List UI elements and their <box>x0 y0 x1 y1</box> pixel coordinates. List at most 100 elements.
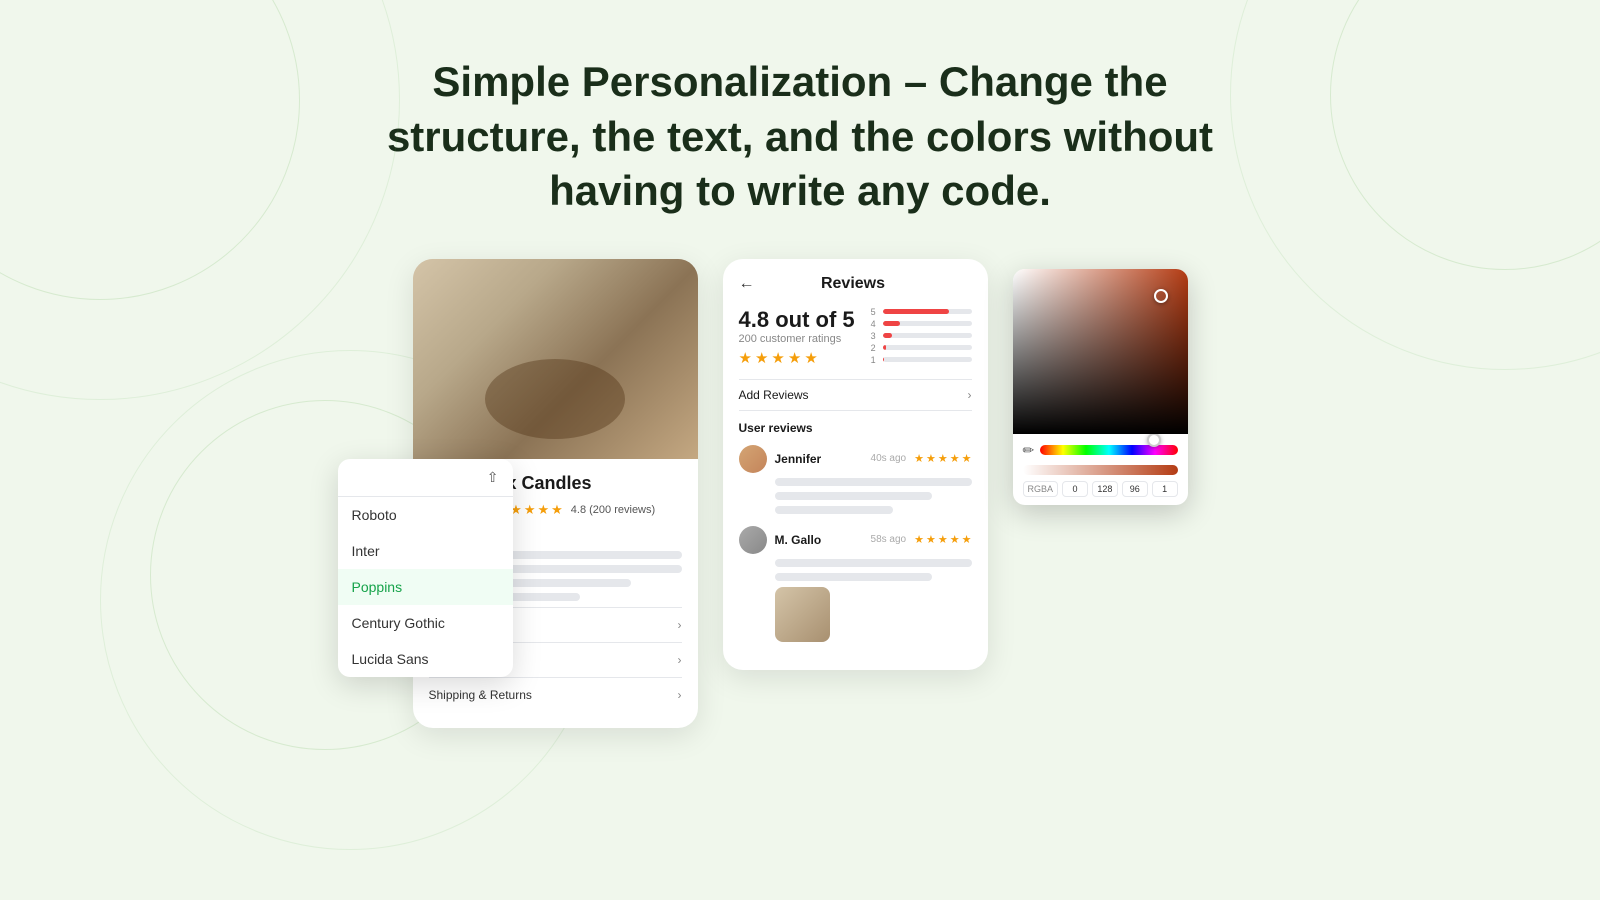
bar-track <box>883 345 972 350</box>
bar-fill <box>883 321 901 326</box>
rgba-label: RGBA <box>1023 481 1059 497</box>
font-dropdown-header: ⇧ <box>338 459 513 497</box>
rgba-b-input[interactable]: 96 <box>1122 481 1148 497</box>
bar-label: 2 <box>871 343 879 353</box>
bar-fill <box>883 345 887 350</box>
bar-label: 3 <box>871 331 879 341</box>
accordion-label: Shipping & Returns <box>429 688 532 702</box>
pencil-icon: ✏ <box>1023 442 1035 459</box>
bar-row-5: 5 <box>871 307 972 317</box>
color-picker-thumb[interactable] <box>1154 289 1168 303</box>
reviewer-name: Jennifer <box>775 452 863 466</box>
rating-text: 4.8 (200 reviews) <box>571 504 655 516</box>
color-canvas[interactable] <box>1013 269 1188 434</box>
bar-track <box>883 357 972 362</box>
skeleton-line <box>775 559 972 567</box>
reviews-card: ← Reviews 4.8 out of 5 200 customer rati… <box>723 259 988 670</box>
skeleton-line <box>775 506 893 514</box>
rgba-row: RGBA 0 128 96 1 <box>1023 481 1178 497</box>
big-star-4: ★ <box>788 349 801 367</box>
heading-section: Simple Personalization – Change the stru… <box>0 0 1600 249</box>
reviewer-name: M. Gallo <box>775 533 863 547</box>
content-area: ⇧ Roboto Inter Poppins Century Gothic Lu… <box>0 249 1600 738</box>
review-stars: ★ ★ ★ ★ ★ <box>914 452 971 465</box>
bar-fill <box>883 309 950 314</box>
font-option-roboto[interactable]: Roboto <box>338 497 513 533</box>
product-image-placeholder <box>413 259 698 459</box>
bar-label: 1 <box>871 355 879 365</box>
review-item-mgallo: M. Gallo 58s ago ★ ★ ★ ★ ★ <box>739 526 972 642</box>
avatar-image <box>739 526 767 554</box>
chevron-right-icon: › <box>968 388 972 402</box>
chevron-right-icon: › <box>678 688 682 702</box>
color-picker: ✏ RGBA 0 128 96 1 <box>1013 269 1188 505</box>
product-card-wrapper: ⇧ Roboto Inter Poppins Century Gothic Lu… <box>413 259 698 728</box>
review-star: ★ <box>926 533 936 546</box>
review-star: ★ <box>938 452 948 465</box>
rgba-a-input[interactable]: 1 <box>1152 481 1178 497</box>
hue-row: ✏ <box>1023 442 1178 459</box>
review-item-jennifer: Jennifer 40s ago ★ ★ ★ ★ ★ <box>739 445 972 514</box>
review-star: ★ <box>950 533 960 546</box>
rating-bars: 5 4 3 <box>871 307 972 367</box>
review-product-thumbnail <box>775 587 830 642</box>
bar-row-2: 2 <box>871 343 972 353</box>
bar-fill <box>883 333 892 338</box>
rating-count: 200 customer ratings <box>739 333 855 345</box>
font-option-inter[interactable]: Inter <box>338 533 513 569</box>
review-time: 58s ago <box>871 534 907 545</box>
reviewer-avatar-mgallo <box>739 526 767 554</box>
big-rating-section: 4.8 out of 5 200 customer ratings ★ ★ ★ … <box>739 307 855 367</box>
hue-slider[interactable] <box>1040 445 1177 455</box>
font-option-poppins[interactable]: Poppins <box>338 569 513 605</box>
opacity-slider[interactable] <box>1023 465 1178 475</box>
review-star: ★ <box>926 452 936 465</box>
chevron-up-icon: ⇧ <box>487 469 499 486</box>
rgba-r-input[interactable]: 0 <box>1062 481 1088 497</box>
font-option-lucida-sans[interactable]: Lucida Sans <box>338 641 513 677</box>
bar-row-4: 4 <box>871 319 972 329</box>
reviews-header: ← Reviews <box>739 275 972 293</box>
hue-thumb[interactable] <box>1147 433 1161 447</box>
bar-fill <box>883 357 885 362</box>
bar-track <box>883 309 972 314</box>
skeleton-line <box>775 478 972 486</box>
product-image <box>413 259 698 459</box>
review-header: Jennifer 40s ago ★ ★ ★ ★ ★ <box>739 445 972 473</box>
rgba-g-input[interactable]: 128 <box>1092 481 1118 497</box>
big-rating-value: 4.8 out of 5 <box>739 307 855 333</box>
accordion-shipping[interactable]: Shipping & Returns › <box>429 677 682 712</box>
bar-label: 5 <box>871 307 879 317</box>
review-star: ★ <box>914 533 924 546</box>
big-star-5: ★ <box>804 349 817 367</box>
page-heading: Simple Personalization – Change the stru… <box>350 55 1250 219</box>
add-review-text: Add Reviews <box>739 388 809 402</box>
font-dropdown: ⇧ Roboto Inter Poppins Century Gothic Lu… <box>338 459 513 677</box>
bar-label: 4 <box>871 319 879 329</box>
rating-overview: 4.8 out of 5 200 customer ratings ★ ★ ★ … <box>739 307 972 367</box>
review-body <box>739 559 972 581</box>
user-reviews-title: User reviews <box>739 421 972 435</box>
bar-row-1: 1 <box>871 355 972 365</box>
review-star: ★ <box>938 533 948 546</box>
bar-row-3: 3 <box>871 331 972 341</box>
review-time: 40s ago <box>871 453 907 464</box>
reviewer-avatar-jennifer <box>739 445 767 473</box>
back-arrow-icon[interactable]: ← <box>739 275 755 293</box>
review-star: ★ <box>962 533 972 546</box>
big-star-3: ★ <box>771 349 784 367</box>
star-4: ★ <box>537 502 549 518</box>
skeleton-line <box>775 573 933 581</box>
star-3: ★ <box>524 502 536 518</box>
big-star-1: ★ <box>739 349 752 367</box>
big-star-2: ★ <box>755 349 768 367</box>
add-review-row[interactable]: Add Reviews › <box>739 379 972 411</box>
cards-wrapper: ⇧ Roboto Inter Poppins Century Gothic Lu… <box>413 259 1188 728</box>
reviews-title: Reviews <box>821 275 885 293</box>
bar-track <box>883 321 972 326</box>
review-star: ★ <box>950 452 960 465</box>
font-option-century-gothic[interactable]: Century Gothic <box>338 605 513 641</box>
bar-track <box>883 333 972 338</box>
review-stars: ★ ★ ★ ★ ★ <box>914 533 971 546</box>
chevron-right-icon: › <box>678 618 682 632</box>
